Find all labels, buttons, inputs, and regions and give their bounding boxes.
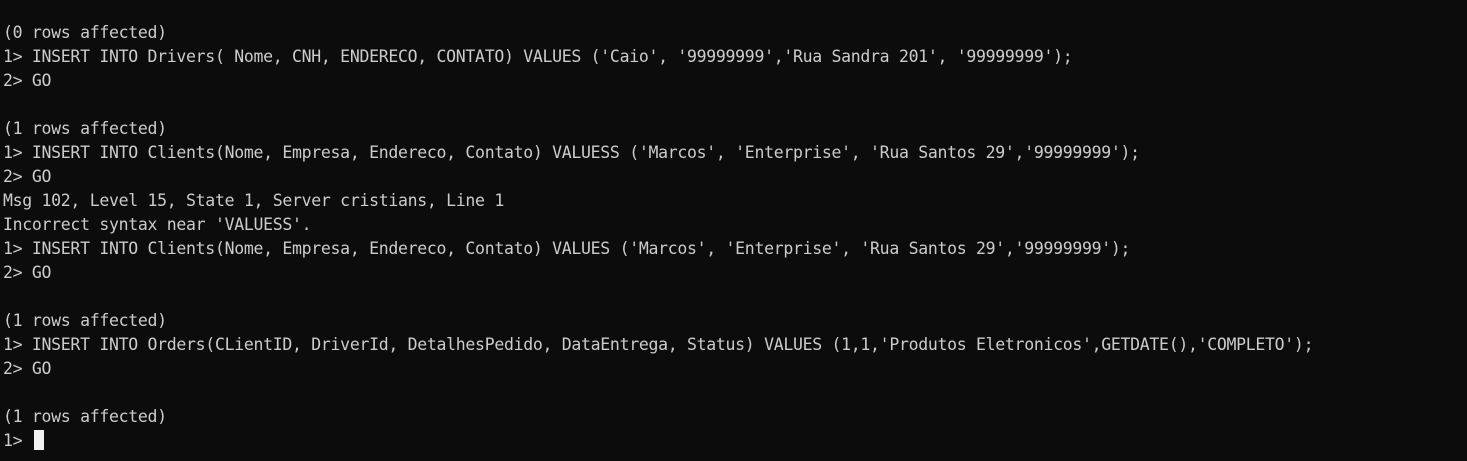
command-line: 2> GO (3, 359, 52, 378)
text-cursor (33, 430, 44, 450)
input-prompt-line[interactable]: 1> (3, 429, 1467, 453)
prompt-label: 1> (3, 431, 23, 450)
error-line: Incorrect syntax near 'VALUESS'. (3, 215, 312, 234)
output-line: (1 rows affected) (3, 119, 167, 138)
command-line: 1> INSERT INTO Drivers( Nome, CNH, ENDER… (3, 47, 1073, 66)
output-line: (0 rows affected) (3, 23, 167, 42)
command-line: 1> INSERT INTO Orders(CLientID, DriverId… (3, 335, 1314, 354)
terminal-window[interactable]: (0 rows affected) 1> INSERT INTO Drivers… (0, 0, 1467, 461)
output-line: (1 rows affected) (3, 311, 167, 330)
error-line: Msg 102, Level 15, State 1, Server crist… (3, 191, 504, 210)
command-line: 1> INSERT INTO Clients(Nome, Empresa, En… (3, 143, 1140, 162)
command-line: 2> GO (3, 167, 52, 186)
command-line: 2> GO (3, 263, 52, 282)
output-line: (1 rows affected) (3, 407, 167, 426)
command-line: 2> GO (3, 71, 52, 90)
command-line: 1> INSERT INTO Clients(Nome, Empresa, En… (3, 239, 1131, 258)
